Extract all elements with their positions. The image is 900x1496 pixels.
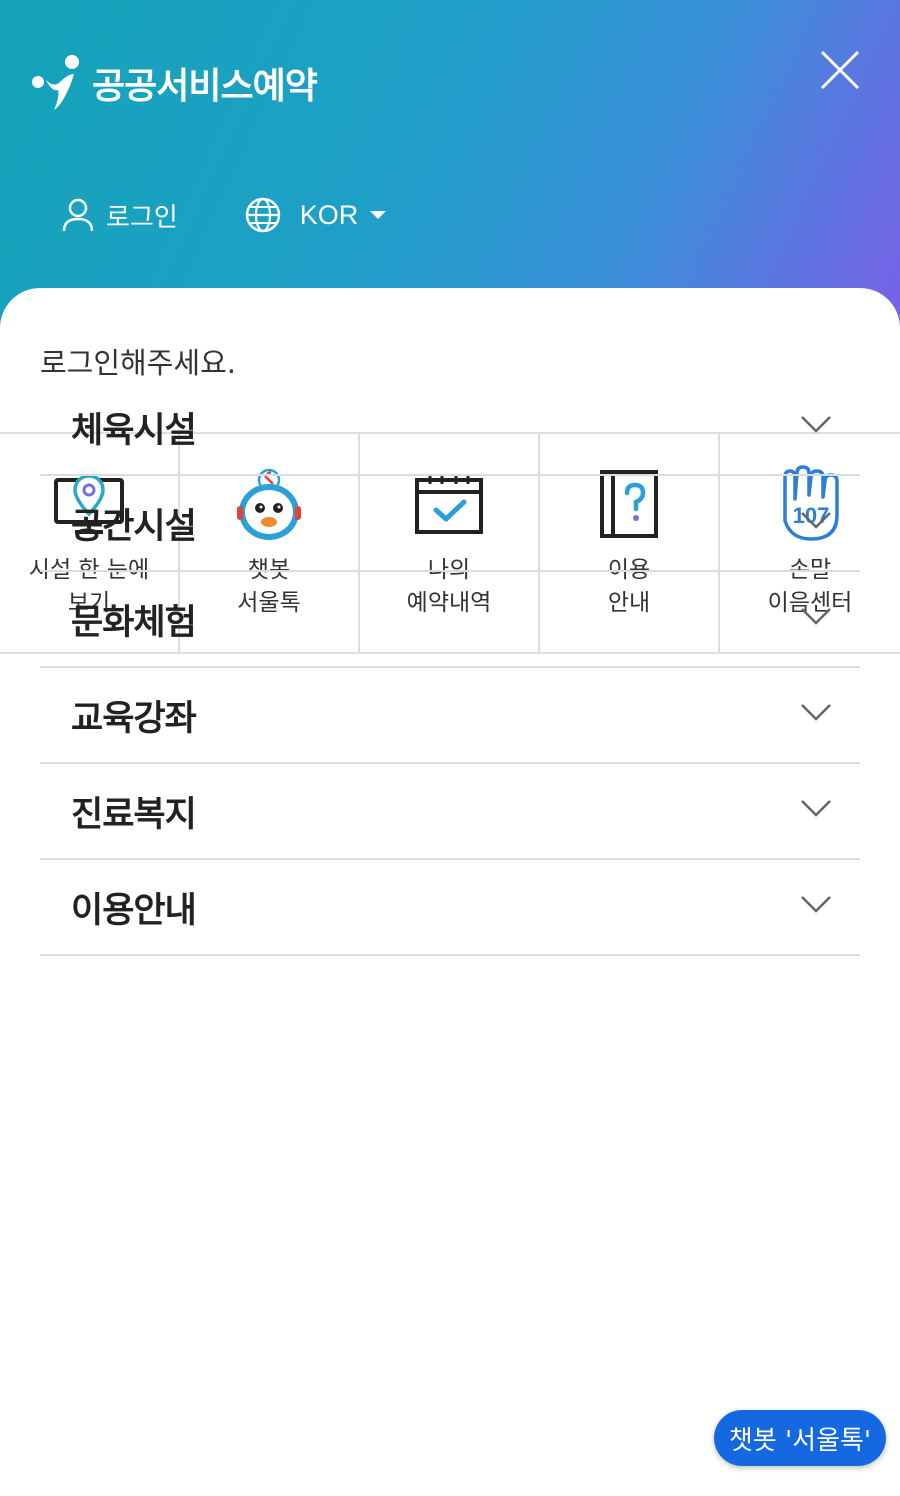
menu-item-space[interactable]: 공간시설 bbox=[40, 476, 860, 572]
menu-item-education[interactable]: 교육강좌 bbox=[40, 668, 860, 764]
top-bar: 로그인 KOR bbox=[60, 196, 387, 234]
chevron-down-icon bbox=[801, 800, 831, 817]
chevron-down-icon bbox=[801, 512, 831, 529]
menu-item-culture[interactable]: 문화체험 bbox=[40, 572, 860, 668]
menu-item-label: 문화체험 bbox=[71, 603, 197, 643]
language-label: KOR bbox=[299, 199, 359, 230]
menu-item-guide[interactable]: 이용안내 bbox=[40, 860, 860, 956]
login-prompt: 로그인해주세요. bbox=[40, 346, 236, 380]
login-link[interactable]: 로그인 bbox=[60, 197, 178, 234]
chevron-down-icon bbox=[801, 896, 831, 913]
logo-text: 공공서비스예약 bbox=[92, 66, 318, 107]
chevron-down-icon bbox=[801, 704, 831, 721]
login-label: 로그인 bbox=[106, 202, 178, 233]
menu-item-sports[interactable]: 체육시설 bbox=[40, 380, 860, 476]
menu-item-label: 이용안내 bbox=[71, 891, 197, 931]
logo[interactable]: 공공서비스예약 bbox=[30, 52, 318, 114]
menu-item-welfare[interactable]: 진료복지 bbox=[40, 764, 860, 860]
globe-icon bbox=[245, 197, 281, 233]
menu-item-label: 체육시설 bbox=[71, 411, 197, 451]
chatbot-button[interactable]: 챗봇 '서울톡' bbox=[714, 1410, 886, 1466]
close-icon[interactable] bbox=[816, 46, 864, 94]
logo-mark-icon bbox=[32, 55, 79, 110]
chevron-down-icon bbox=[801, 416, 831, 433]
menu-item-label: 교육강좌 bbox=[71, 699, 197, 739]
menu-item-label: 공간시설 bbox=[71, 507, 197, 547]
menu-item-label: 진료복지 bbox=[71, 795, 197, 835]
caret-down-icon bbox=[370, 211, 387, 219]
category-menu: 체육시설 공간시설 문화체험 교육강좌 진료복지 이용안내 bbox=[40, 380, 860, 956]
language-selector[interactable]: KOR bbox=[244, 196, 387, 234]
user-icon bbox=[62, 198, 94, 232]
chevron-down-icon bbox=[801, 608, 831, 625]
